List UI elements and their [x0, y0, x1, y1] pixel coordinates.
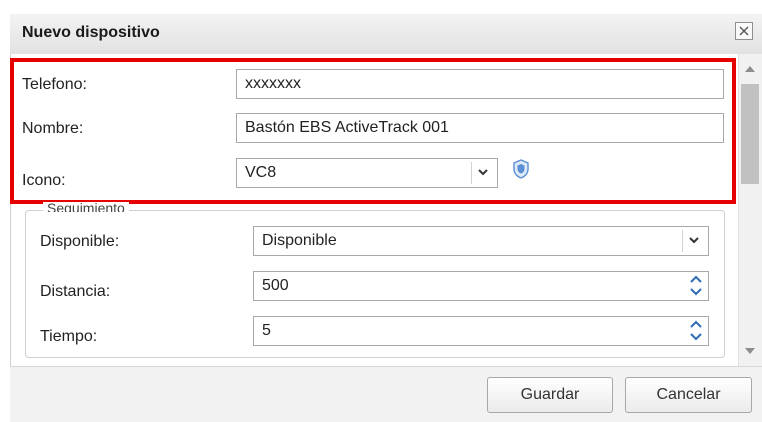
disponible-label: Disponible: [40, 233, 120, 250]
disponible-select[interactable]: Disponible [253, 226, 709, 256]
distancia-stepper[interactable] [688, 274, 706, 298]
spin-up-icon[interactable] [690, 275, 702, 284]
scrollbar-thumb[interactable] [741, 84, 759, 184]
scroll-up-icon[interactable] [745, 66, 755, 72]
distancia-value: 500 [262, 277, 289, 294]
spin-up-icon[interactable] [690, 320, 702, 329]
dialog-titlebar: Nuevo dispositivo [10, 14, 762, 55]
highlight-box [10, 58, 736, 204]
close-button[interactable] [735, 22, 753, 40]
tiempo-label: Tiempo: [40, 328, 98, 345]
spin-down-icon[interactable] [690, 287, 702, 296]
tiempo-value: 5 [262, 322, 271, 339]
close-icon [739, 26, 749, 36]
spin-down-icon[interactable] [690, 332, 702, 341]
chevron-down-icon[interactable] [682, 230, 705, 252]
distancia-label: Distancia: [40, 283, 111, 300]
tiempo-input[interactable]: 5 [253, 316, 709, 346]
scroll-down-icon[interactable] [745, 348, 755, 354]
cancel-button[interactable]: Cancelar [625, 377, 752, 413]
seguimiento-legend: Seguimiento [43, 202, 129, 212]
save-button[interactable]: Guardar [487, 377, 613, 413]
new-device-dialog: Nuevo dispositivo Telefono: xxxxxxx Nomb… [0, 0, 762, 422]
distancia-input[interactable]: 500 [253, 271, 709, 301]
dialog-title: Nuevo dispositivo [22, 24, 160, 41]
tiempo-stepper[interactable] [688, 319, 706, 343]
disponible-value: Disponible [262, 232, 337, 249]
